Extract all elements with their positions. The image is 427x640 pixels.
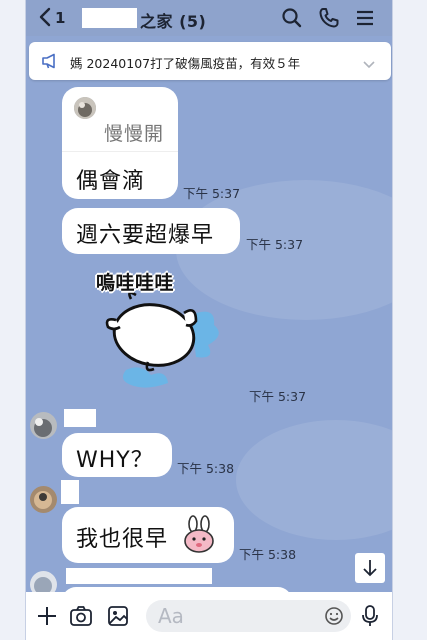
menu-icon[interactable] (353, 6, 377, 30)
back-chevron-icon[interactable] (38, 7, 52, 30)
quoted-text: 慢慢開 (104, 123, 165, 145)
message-bubble[interactable]: 我也很早 (62, 507, 234, 563)
message-bubble[interactable]: WHY？ (62, 433, 172, 477)
chat-header: 1 之家 (5) (26, 0, 392, 36)
announcement-banner[interactable]: 媽 20240107打了破傷風疫苗，有效５年 (29, 42, 391, 80)
message-text: 週六要超爆早 (76, 223, 215, 248)
phone-icon[interactable] (317, 6, 341, 30)
quoted-avatar (74, 97, 96, 119)
message-bubble[interactable]: 週六要超爆早 (62, 208, 240, 254)
camera-icon[interactable] (69, 605, 93, 631)
avatar[interactable] (30, 412, 57, 439)
announcement-text: 媽 20240107打了破傷風疫苗，有效５年 (70, 56, 301, 71)
avatar[interactable] (30, 486, 57, 513)
background-cloud (236, 420, 392, 540)
message-time: 下午 5:37 (183, 186, 241, 201)
emoji-icon[interactable] (324, 606, 344, 630)
scroll-to-bottom-button[interactable] (355, 553, 385, 583)
message-input-bar (26, 592, 392, 640)
message-input[interactable] (158, 602, 308, 630)
chat-title[interactable]: 之家 (5) (140, 8, 206, 32)
message-time: 下午 5:37 (249, 389, 307, 404)
bunny-emoji-icon (180, 515, 218, 559)
message-field[interactable] (146, 600, 351, 632)
divider (62, 151, 178, 152)
unread-count[interactable]: 1 (55, 9, 65, 27)
message-text: 我也很早 (76, 527, 169, 552)
message-bubble[interactable]: 慢慢開 偶會滴 (62, 87, 178, 199)
sticker-caption: 嗚哇哇哇 (96, 272, 175, 294)
message-time: 下午 5:38 (177, 461, 235, 476)
microphone-icon[interactable] (361, 604, 379, 632)
redacted-name (82, 8, 137, 28)
search-icon[interactable] (280, 6, 304, 30)
message-text: 偶會滴 (76, 169, 146, 194)
message-time: 下午 5:37 (246, 237, 304, 252)
redacted-sender-name (64, 409, 96, 427)
megaphone-icon (41, 53, 59, 73)
chat-window: 1 之家 (5) 媽 20240107打了破傷風疫苗，有效５年 慢慢開 偶會滴 … (25, 0, 393, 640)
chevron-down-icon[interactable] (362, 55, 376, 74)
image-icon[interactable] (107, 605, 129, 631)
redacted-sender-name (66, 568, 212, 584)
message-text: WHY？ (76, 448, 154, 473)
message-time: 下午 5:38 (239, 547, 297, 562)
redacted-sender-name (61, 480, 79, 504)
plus-icon[interactable] (36, 605, 58, 631)
